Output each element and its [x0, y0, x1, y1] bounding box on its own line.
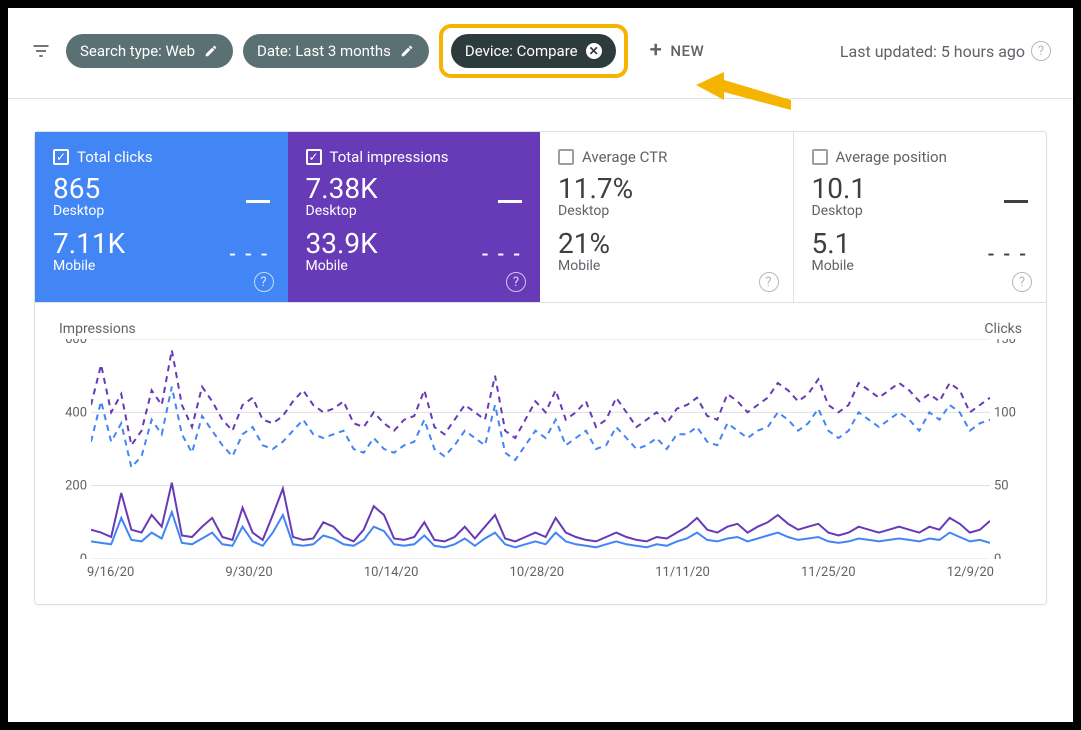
- x-tick-label: 10/14/20: [364, 565, 419, 580]
- y-right-ticks: 0 50 100 150: [990, 339, 1024, 559]
- help-icon[interactable]: ?: [759, 272, 779, 292]
- impr-desktop-value: 7.38K: [306, 172, 523, 205]
- svg-text:400: 400: [65, 405, 87, 420]
- legend-solid-icon: [498, 188, 522, 213]
- chip-label: Date: Last 3 months: [257, 42, 391, 60]
- pencil-icon: [203, 43, 219, 59]
- legend-solid-icon: [246, 188, 270, 213]
- help-icon[interactable]: ?: [254, 272, 274, 292]
- filter-bar: Search type: Web Date: Last 3 months Dev…: [8, 8, 1073, 99]
- clicks-desktop-label: Desktop: [53, 203, 270, 219]
- help-icon[interactable]: ?: [1031, 41, 1051, 61]
- card-total-clicks[interactable]: Total clicks 865 Desktop 7.11K Mobile - …: [35, 132, 288, 302]
- line-chart: [91, 339, 990, 559]
- highlight-annotation: Device: Compare ✕: [439, 24, 628, 78]
- x-tick-label: 9/30/20: [225, 565, 272, 580]
- svg-text:0: 0: [80, 552, 87, 559]
- card-average-ctr[interactable]: Average CTR 11.7% Desktop 21% Mobile ?: [540, 132, 794, 302]
- chip-date[interactable]: Date: Last 3 months: [243, 34, 429, 68]
- svg-text:600: 600: [65, 339, 87, 347]
- y-left-axis-label: Impressions: [59, 321, 136, 337]
- chip-label: Search type: Web: [80, 42, 195, 60]
- legend-dashed-icon: - - -: [482, 242, 522, 266]
- pencil-icon: [399, 43, 415, 59]
- card-title: Average position: [836, 148, 947, 166]
- ctr-desktop-value: 11.7%: [558, 172, 775, 205]
- help-icon[interactable]: ?: [506, 272, 526, 292]
- dashboard-panel: Total clicks 865 Desktop 7.11K Mobile - …: [34, 131, 1047, 605]
- y-left-ticks: 0 200 400 600: [57, 339, 91, 559]
- legend-dashed-icon: - - -: [229, 242, 269, 266]
- chip-device-compare[interactable]: Device: Compare ✕: [451, 34, 616, 68]
- ctr-mobile-value: 21%: [558, 227, 775, 260]
- pos-desktop-label: Desktop: [812, 203, 1029, 219]
- y-right-axis-label: Clicks: [984, 321, 1022, 337]
- svg-text:150: 150: [994, 339, 1016, 347]
- card-title: Total impressions: [330, 148, 449, 166]
- help-icon[interactable]: ?: [1012, 272, 1032, 292]
- legend-dashed-icon: - - -: [988, 242, 1028, 266]
- ctr-desktop-label: Desktop: [558, 203, 775, 219]
- svg-text:200: 200: [65, 479, 87, 494]
- checkbox-icon[interactable]: [558, 149, 574, 165]
- pos-desktop-value: 10.1: [812, 172, 1029, 205]
- x-tick-label: 12/9/20: [947, 565, 994, 580]
- x-tick-label: 10/28/20: [510, 565, 565, 580]
- card-title: Average CTR: [582, 148, 667, 166]
- checkbox-icon[interactable]: [53, 149, 69, 165]
- checkbox-icon[interactable]: [306, 149, 322, 165]
- chip-label: Device: Compare: [465, 42, 578, 60]
- x-tick-label: 9/16/20: [87, 565, 134, 580]
- new-label: NEW: [670, 42, 704, 60]
- last-updated: Last updated: 5 hours ago ?: [840, 41, 1051, 61]
- legend-solid-icon: [1004, 188, 1028, 213]
- updated-text: Last updated: 5 hours ago: [840, 42, 1025, 61]
- metric-cards: Total clicks 865 Desktop 7.11K Mobile - …: [35, 132, 1046, 303]
- x-tick-label: 11/11/20: [655, 565, 710, 580]
- card-title: Total clicks: [77, 148, 153, 166]
- filter-icon[interactable]: [30, 40, 52, 62]
- x-axis-labels: 9/16/20 9/30/20 10/14/20 10/28/20 11/11/20 11…: [87, 565, 994, 580]
- impr-desktop-label: Desktop: [306, 203, 523, 219]
- card-average-position[interactable]: Average position 10.1 Desktop 5.1 Mobile…: [794, 132, 1047, 302]
- chip-search-type[interactable]: Search type: Web: [66, 34, 233, 68]
- close-icon[interactable]: ✕: [586, 43, 602, 59]
- checkbox-icon[interactable]: [812, 149, 828, 165]
- card-total-impressions[interactable]: Total impressions 7.38K Desktop 33.9K Mo…: [288, 132, 541, 302]
- ctr-mobile-label: Mobile: [558, 258, 775, 274]
- plus-icon: +: [650, 40, 663, 62]
- svg-text:100: 100: [994, 405, 1016, 420]
- new-filter-button[interactable]: + NEW: [638, 40, 705, 62]
- clicks-desktop-value: 865: [53, 172, 270, 205]
- x-tick-label: 11/25/20: [801, 565, 856, 580]
- chart-area: Impressions Clicks 0200400600 050100150 …: [35, 303, 1046, 604]
- svg-text:0: 0: [994, 552, 1001, 559]
- svg-text:50: 50: [994, 479, 1009, 494]
